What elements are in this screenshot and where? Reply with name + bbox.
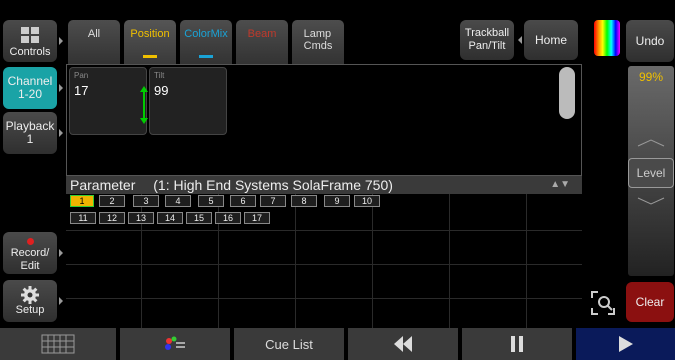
cue-list-button[interactable]: Cue List (234, 328, 344, 360)
undo-label: Undo (635, 33, 665, 48)
channel-button[interactable]: 6 (230, 195, 256, 207)
palette-icon (165, 336, 185, 350)
keypad-grid-icon (41, 334, 75, 354)
tab-lamp-cmds[interactable]: Lamp Cmds (292, 20, 344, 64)
grid-icon (21, 27, 39, 43)
setup-label: Setup (15, 303, 45, 316)
fader-handle[interactable]: Level (628, 158, 674, 188)
tab-lamp-cmds-label: Lamp Cmds (303, 28, 333, 52)
tab-all[interactable]: All (68, 20, 120, 64)
fixture-name: (1: High End Systems SolaFrame 750) (153, 177, 393, 193)
pause-button[interactable] (462, 328, 572, 360)
record-edit-button[interactable]: Record/ Edit (3, 232, 63, 274)
gear-icon (21, 285, 39, 304)
tab-beam[interactable]: Beam (236, 20, 288, 64)
fader-up-chevron-icon (637, 139, 665, 147)
tab-position-indicator (143, 55, 157, 58)
parameter-title: Parameter (70, 177, 136, 193)
channel-button[interactable]: 11 (70, 212, 96, 224)
pan-label: Pan (74, 71, 89, 80)
channel-button[interactable]: 16 (215, 212, 241, 224)
tab-colormix-label: ColorMix (184, 28, 228, 40)
zoom-fit-icon[interactable] (590, 290, 616, 316)
channel-button[interactable]: 14 (157, 212, 183, 224)
level-percent: 99% (638, 70, 664, 84)
play-icon (618, 336, 633, 352)
rewind-button[interactable] (348, 328, 458, 360)
controls-label: Controls (9, 46, 51, 58)
playback-button[interactable]: Playback 1 (3, 112, 63, 154)
clear-label: Clear (635, 294, 665, 309)
record-edit-label: Record/ Edit (10, 246, 50, 272)
parameter-panel: Pan 17 Tilt 99 (66, 64, 582, 176)
undo-button[interactable]: Undo (626, 20, 674, 62)
channel-button[interactable]: 3 (133, 195, 159, 207)
level-fader[interactable]: 99% Level (628, 66, 674, 276)
channel-button[interactable]: 1 (70, 195, 94, 207)
color-picker-button[interactable] (594, 20, 620, 56)
channel-button[interactable]: Channel 1-20 (3, 67, 63, 109)
controls-button[interactable]: Controls (3, 20, 63, 62)
parameter-header: Parameter (1: High End Systems SolaFrame… (66, 176, 582, 194)
setup-button[interactable]: Setup (3, 280, 63, 322)
parameter-cell-pan[interactable]: Pan 17 (69, 67, 148, 135)
channel-button[interactable]: 15 (186, 212, 212, 224)
play-button[interactable] (576, 328, 675, 360)
channel-button[interactable]: 8 (291, 195, 317, 207)
parameter-cell-tilt[interactable]: Tilt 99 (149, 67, 227, 135)
tab-position[interactable]: Position (124, 20, 176, 64)
record-dot-icon (26, 237, 34, 245)
tab-colormix-indicator (199, 55, 213, 58)
level-label: Level (636, 166, 666, 180)
trackball-pan-tilt-button[interactable]: Trackball Pan/Tilt (460, 20, 514, 60)
home-button[interactable]: Home (518, 20, 578, 60)
pause-icon (511, 336, 523, 352)
collapse-arrows-icon[interactable]: ▲▼ (550, 176, 570, 194)
channel-button[interactable]: 2 (99, 195, 125, 207)
effects-button[interactable] (120, 328, 230, 360)
channel-button[interactable]: 10 (354, 195, 380, 207)
clear-button[interactable]: Clear (626, 282, 674, 322)
tab-colormix[interactable]: ColorMix (180, 20, 232, 64)
channel-button[interactable]: 9 (324, 195, 350, 207)
channel-label: Channel 1-20 (7, 74, 53, 101)
rewind-icon (394, 336, 412, 352)
home-label: Home (534, 32, 567, 47)
tab-beam-label: Beam (247, 28, 277, 40)
trackball-label: Trackball Pan/Tilt (464, 27, 510, 52)
cue-list-label: Cue List (265, 336, 313, 352)
pan-tilt-arrow-icon (140, 86, 148, 124)
channel-button[interactable]: 5 (198, 195, 224, 207)
channel-button[interactable]: 13 (128, 212, 154, 224)
pan-value: 17 (74, 83, 89, 98)
tilt-value: 99 (154, 83, 169, 98)
playback-label: Playback 1 (5, 119, 55, 146)
parameter-scrollbar[interactable] (559, 67, 575, 119)
channel-button[interactable]: 7 (260, 195, 286, 207)
channel-button[interactable]: 17 (244, 212, 270, 224)
tab-position-label: Position (130, 28, 170, 40)
tilt-label: Tilt (154, 71, 165, 80)
keypad-button[interactable] (0, 328, 116, 360)
channel-button[interactable]: 4 (165, 195, 191, 207)
fader-down-chevron-icon (637, 197, 665, 205)
tab-all-label: All (87, 28, 101, 40)
channel-button[interactable]: 12 (99, 212, 125, 224)
